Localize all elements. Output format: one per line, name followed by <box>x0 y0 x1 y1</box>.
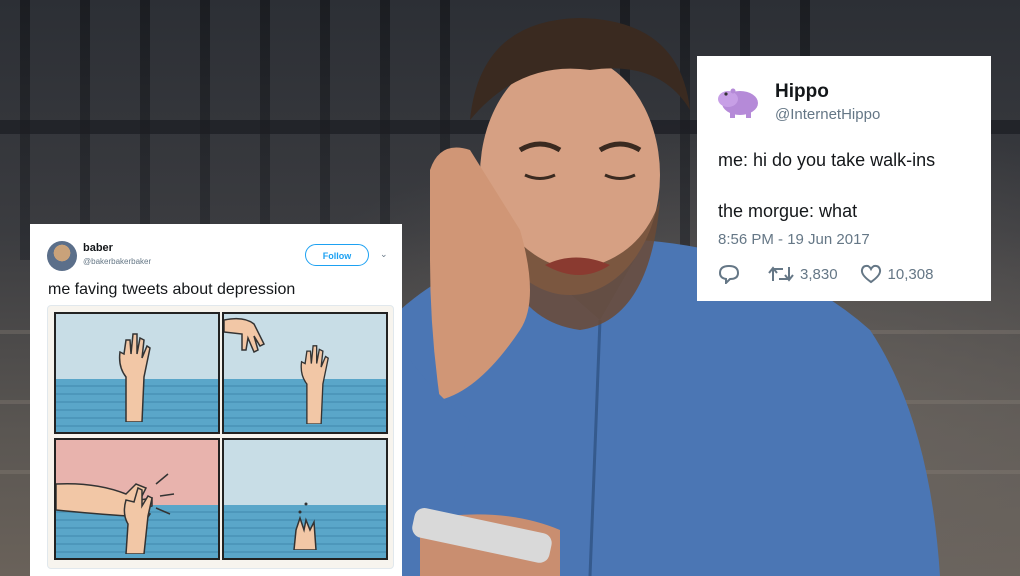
comic-panel <box>222 312 388 434</box>
retweet-button[interactable]: 3,830 <box>768 265 838 283</box>
hand-icon <box>224 317 266 354</box>
tweet-timestamp[interactable]: 8:56 PM - 19 Jun 2017 <box>718 231 870 248</box>
sinking-hand-icon <box>293 502 317 550</box>
hippo-avatar-icon[interactable] <box>716 79 762 119</box>
like-button[interactable]: 10,308 <box>860 264 934 284</box>
retweet-icon <box>768 266 794 282</box>
hand-icon <box>118 333 151 422</box>
reply-icon <box>718 264 740 284</box>
like-count: 10,308 <box>887 265 934 283</box>
tweet-author-name[interactable]: baber <box>83 242 113 254</box>
tweet-card-baber: baber @bakerbakerbaker Follow ⌄ me favin… <box>30 224 402 576</box>
comic-panel <box>54 438 220 560</box>
tweet-text-line: the morgue: what <box>718 201 858 221</box>
tweet-text-line: me: hi do you take walk-ins <box>718 150 936 170</box>
hand-icon <box>300 345 329 424</box>
reply-button[interactable] <box>718 264 746 284</box>
tweet-text: me faving tweets about depression <box>48 281 296 298</box>
retweet-count: 3,830 <box>800 265 838 283</box>
tweet-author-handle[interactable]: @InternetHippo <box>775 106 880 123</box>
high-five-icon <box>56 473 175 554</box>
comic-image[interactable] <box>47 305 394 569</box>
comic-panel <box>222 438 388 560</box>
heart-icon <box>860 264 881 284</box>
tweet-card-hippo: Hippo @InternetHippo me: hi do you take … <box>697 56 991 301</box>
tweet-author-name[interactable]: Hippo <box>775 81 829 103</box>
tweet-author-handle[interactable]: @bakerbakerbaker <box>83 257 151 266</box>
chevron-down-icon[interactable]: ⌄ <box>380 249 388 260</box>
comic-panel <box>54 312 220 434</box>
follow-button[interactable]: Follow <box>305 244 369 266</box>
tweet-actions: 3,830 10,308 <box>718 262 955 286</box>
avatar[interactable] <box>47 241 77 271</box>
